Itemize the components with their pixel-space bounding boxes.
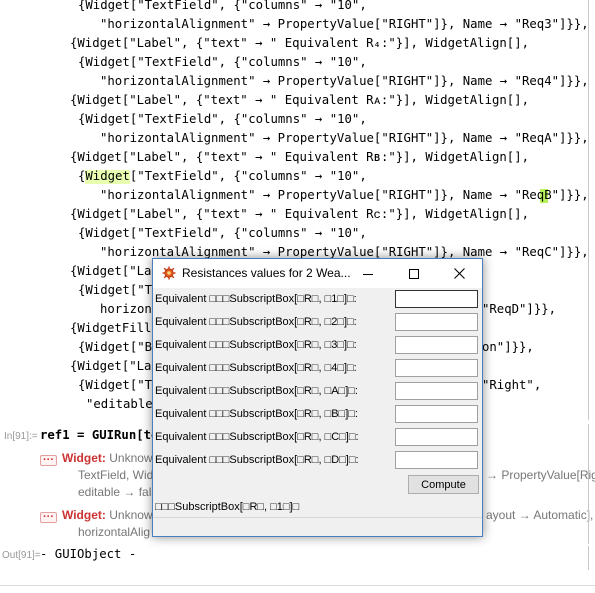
cell-bracket[interactable]: [588, 0, 589, 420]
field-input-r4[interactable]: [395, 359, 478, 377]
message-line: Widget: Unknow: [62, 450, 153, 466]
field-row: Equivalent □□□SubscriptBox[□R□, □B□]□:: [155, 405, 480, 426]
field-row: Equivalent □□□SubscriptBox[□R□, □1□]□:: [155, 290, 480, 311]
close-icon: [453, 268, 465, 279]
message-line: ayout → Automatic],: [486, 508, 594, 522]
message-line: TextField, Wid: [78, 468, 154, 482]
dialog-divider: [153, 517, 482, 518]
cell-bracket[interactable]: [588, 424, 589, 544]
field-input-r1[interactable]: [395, 290, 478, 308]
close-button[interactable]: [436, 259, 482, 288]
code-line: {Widget["TextField", {"columns" → "10",: [78, 0, 367, 12]
code-line: {Widget["Label", {"text" → " Equivalent …: [70, 150, 530, 164]
message-text: Unknow: [105, 451, 153, 465]
code-line: "horizontalAlignment" → PropertyValue["R…: [100, 74, 589, 88]
maximize-icon: [409, 268, 419, 279]
field-input-rd[interactable]: [395, 451, 478, 469]
code-line: {Widget["Label", {"text" → " Equivalent …: [70, 36, 530, 50]
code-line: {Widget["Label", {"text" → " Equivalent …: [70, 207, 529, 221]
result-label: □□□SubscriptBox[□R□, □1□]□: [155, 501, 300, 513]
code-line: "editable: [86, 397, 153, 411]
code-line: {Widget["TextField", {"columns" → "10",: [78, 55, 367, 69]
field-label: Equivalent □□□SubscriptBox[□R□, □D□]□:: [155, 454, 359, 466]
code-line: "horizontalAlignment" → PropertyValue["R…: [100, 17, 589, 31]
gear-sun-icon: [162, 266, 176, 280]
code-line: {Widget["Lab: [70, 359, 159, 373]
in-label: In[91]:=: [4, 431, 38, 442]
code-line: horizon: [100, 302, 152, 316]
gui-dialog-window[interactable]: Resistances values for 2 Wea... Equivale…: [152, 258, 483, 537]
field-row: Equivalent □□□SubscriptBox[□R□, □2□]□:: [155, 313, 480, 334]
field-label: Equivalent □□□SubscriptBox[□R□, □1□]□:: [155, 293, 357, 305]
code-line: "Right",: [482, 378, 542, 392]
field-label: Equivalent □□□SubscriptBox[□R□, □A□]□:: [155, 385, 358, 397]
minimize-button[interactable]: [345, 259, 391, 288]
notebook-bottom-divider: [0, 585, 595, 586]
field-row: Equivalent □□□SubscriptBox[□R□, □D□]□:: [155, 451, 480, 472]
message-line: horizontalAlig: [78, 525, 151, 539]
message-head: Widget:: [62, 451, 106, 465]
message-line: Widget: Unknow: [62, 507, 153, 523]
input-line[interactable]: ref1 = GUIRun[tes: [40, 427, 166, 443]
field-row: Equivalent □□□SubscriptBox[□R□, □C□]□:: [155, 428, 480, 449]
code-line: "ReqD"]}},: [482, 302, 557, 316]
code-line: {Widget["Lab: [70, 264, 159, 278]
field-input-rc[interactable]: [395, 428, 478, 446]
code-line: {Widget["Bu: [78, 340, 160, 354]
field-row: Equivalent □□□SubscriptBox[□R□, □4□]□:: [155, 359, 480, 380]
compute-button[interactable]: Compute: [408, 475, 479, 494]
field-input-ra[interactable]: [395, 382, 478, 400]
code-line: {Widget["TextField", {"columns" → "10",: [78, 112, 367, 126]
code-line: {Widget["TextField", {"columns" → "10",: [78, 226, 367, 240]
field-label: Equivalent □□□SubscriptBox[□R□, □4□]□:: [155, 362, 357, 374]
minimize-icon: [363, 273, 373, 275]
field-input-rb[interactable]: [395, 405, 478, 423]
title-bar[interactable]: Resistances values for 2 Wea...: [153, 259, 482, 288]
field-row: Equivalent □□□SubscriptBox[□R□, □A□]□:: [155, 382, 480, 403]
code-line: {WidgetFill: [70, 321, 152, 335]
message-line: editable → fals: [78, 485, 158, 499]
field-row: Equivalent □□□SubscriptBox[□R□, □3□]□:: [155, 336, 480, 357]
field-label: Equivalent □□□SubscriptBox[□R□, □2□]□:: [155, 316, 357, 328]
code-line: "horizontalAlignment" → PropertyValue["R…: [100, 188, 589, 202]
code-line: {Widget["Te: [78, 283, 160, 297]
maximize-button[interactable]: [391, 259, 437, 288]
field-input-r2[interactable]: [395, 313, 478, 331]
window-title: Resistances values for 2 Wea...: [182, 266, 351, 280]
field-input-r3[interactable]: [395, 336, 478, 354]
code-line: "horizontalAlignment" → PropertyValue["R…: [100, 131, 589, 145]
output-line: - GUIObject -: [40, 547, 137, 561]
message-icon[interactable]: ···: [40, 512, 57, 523]
message-icon[interactable]: ···: [40, 455, 57, 466]
code-line-highlighted: {Widget["TextField", {"columns" → "10",: [78, 169, 367, 183]
code-line: on"]}},: [482, 340, 534, 354]
message-head: Widget:: [62, 508, 106, 522]
out-label: Out[91]=: [2, 550, 41, 561]
field-label: Equivalent □□□SubscriptBox[□R□, □3□]□:: [155, 339, 357, 351]
field-label: Equivalent □□□SubscriptBox[□R□, □C□]□:: [155, 431, 359, 443]
message-text: Unknow: [105, 508, 153, 522]
code-line: {Widget["Label", {"text" → " Equivalent …: [70, 93, 529, 107]
field-label: Equivalent □□□SubscriptBox[□R□, □B□]□:: [155, 408, 358, 420]
message-line: → PropertyValue[Right]: [486, 468, 595, 482]
cell-bracket[interactable]: [588, 546, 589, 570]
